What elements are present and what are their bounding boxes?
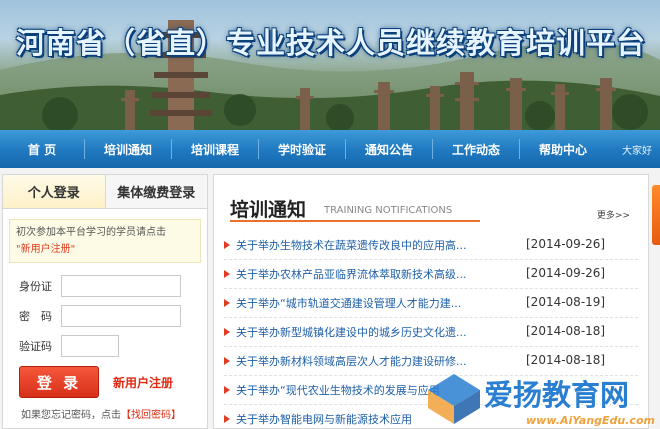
notice-text: 初次参加本平台学习的学员请点击 <box>16 227 166 238</box>
arrow-bullet-icon <box>224 386 230 394</box>
title-underline <box>230 220 480 222</box>
notice-title[interactable]: 关于举办生物技术在蔬菜遗传改良中的应用高... <box>236 237 494 253</box>
notice-date: [2014-08-18] <box>526 353 606 367</box>
notice-register-link[interactable]: "新用户注册" <box>16 244 75 255</box>
watermark-url: www.AiYangEdu.com <box>526 414 655 427</box>
site-title: 河南省（省直）专业技术人员继续教育培训平台 <box>16 26 647 60</box>
password-label: 密 码 <box>19 310 52 323</box>
login-actions: 登 录 新用户注册 <box>19 366 207 398</box>
login-button[interactable]: 登 录 <box>19 366 99 398</box>
tab-group-payment-login[interactable]: 集体缴费登录 <box>105 175 207 208</box>
notice-title[interactable]: 关于举办新型城镇化建设中的城乡历史文化遗... <box>236 324 494 340</box>
arrow-bullet-icon <box>224 357 230 365</box>
side-float-tab[interactable] <box>652 185 660 245</box>
more-link[interactable]: 更多>> <box>597 208 630 221</box>
id-label: 身份证 <box>19 280 52 293</box>
nav-work-news[interactable]: 工作动态 <box>433 141 519 158</box>
nav-hours-verify[interactable]: 学时验证 <box>259 141 345 158</box>
id-number-input[interactable] <box>61 275 181 297</box>
list-item[interactable]: 关于举办生物技术在蔬菜遗传改良中的应用高... [2014-09-26] <box>224 231 638 260</box>
forgot-text: 如果您忘记密码，点击 <box>21 410 121 421</box>
password-input[interactable] <box>61 305 181 327</box>
nav-training-courses[interactable]: 培训课程 <box>172 141 258 158</box>
list-item[interactable]: 关于举办“城市轨道交通建设管理人才能力建... [2014-08-19] <box>224 289 638 318</box>
id-row: 身份证 <box>19 275 207 297</box>
arrow-bullet-icon <box>224 299 230 307</box>
captcha-row: 验证码 <box>19 335 207 357</box>
panel-title: 培训通知 <box>230 199 307 221</box>
register-link[interactable]: 新用户注册 <box>113 374 173 391</box>
notice-date: [2014-08-19] <box>526 295 606 309</box>
tab-personal-login[interactable]: 个人登录 <box>3 175 106 208</box>
recover-password-link[interactable]: 【找回密码】 <box>121 410 181 421</box>
password-row: 密 码 <box>19 305 207 327</box>
list-item[interactable]: 关于举办农林产品亚临界流体萃取新技术高级... [2014-09-26] <box>224 260 638 289</box>
header-banner: 河南省（省直）专业技术人员继续教育培训平台 <box>0 0 660 130</box>
notice-date: [2014-09-26] <box>526 266 606 280</box>
nav-announcements[interactable]: 通知公告 <box>346 141 432 158</box>
panel-subtitle: TRAINING NOTIFICATIONS <box>324 205 453 216</box>
list-item[interactable]: 关于举办新型城镇化建设中的城乡历史文化遗... [2014-08-18] <box>224 318 638 347</box>
panel-header: 培训通知 TRAINING NOTIFICATIONS 更多>> <box>214 175 648 223</box>
nav-greeting: 大家好 <box>622 145 652 157</box>
first-time-notice: 初次参加本平台学习的学员请点击 "新用户注册" <box>9 219 201 263</box>
notice-title[interactable]: 关于举办“城市轨道交通建设管理人才能力建... <box>236 295 494 311</box>
captcha-label: 验证码 <box>19 340 52 353</box>
watermark-logo-icon <box>428 374 480 424</box>
nav-training-notice[interactable]: 培训通知 <box>85 141 171 158</box>
captcha-input[interactable] <box>61 335 119 357</box>
nav-help-center[interactable]: 帮助中心 <box>520 141 606 158</box>
arrow-bullet-icon <box>224 241 230 249</box>
arrow-bullet-icon <box>224 328 230 336</box>
arrow-bullet-icon <box>224 270 230 278</box>
notice-date: [2014-08-18] <box>526 324 606 338</box>
arrow-bullet-icon <box>224 415 230 423</box>
login-tabs: 个人登录 集体缴费登录 <box>3 175 207 209</box>
watermark-name: 爱扬教育网 <box>484 378 630 412</box>
watermark: 爱扬教育网 www.AiYangEdu.com <box>424 368 660 429</box>
nav-home[interactable]: 首 页 <box>0 141 84 158</box>
notice-title[interactable]: 关于举办农林产品亚临界流体萃取新技术高级... <box>236 266 494 282</box>
login-panel: 个人登录 集体缴费登录 初次参加本平台学习的学员请点击 "新用户注册" 身份证 … <box>2 174 208 429</box>
main-nav: 首 页 培训通知 培训课程 学时验证 通知公告 工作动态 帮助中心 大家好 <box>0 130 660 168</box>
notice-date: [2014-09-26] <box>526 237 606 251</box>
forgot-password: 如果您忘记密码，点击【找回密码】 <box>21 406 207 421</box>
notice-title[interactable]: 关于举办新材料领域高层次人才能力建设研修... <box>236 353 494 369</box>
